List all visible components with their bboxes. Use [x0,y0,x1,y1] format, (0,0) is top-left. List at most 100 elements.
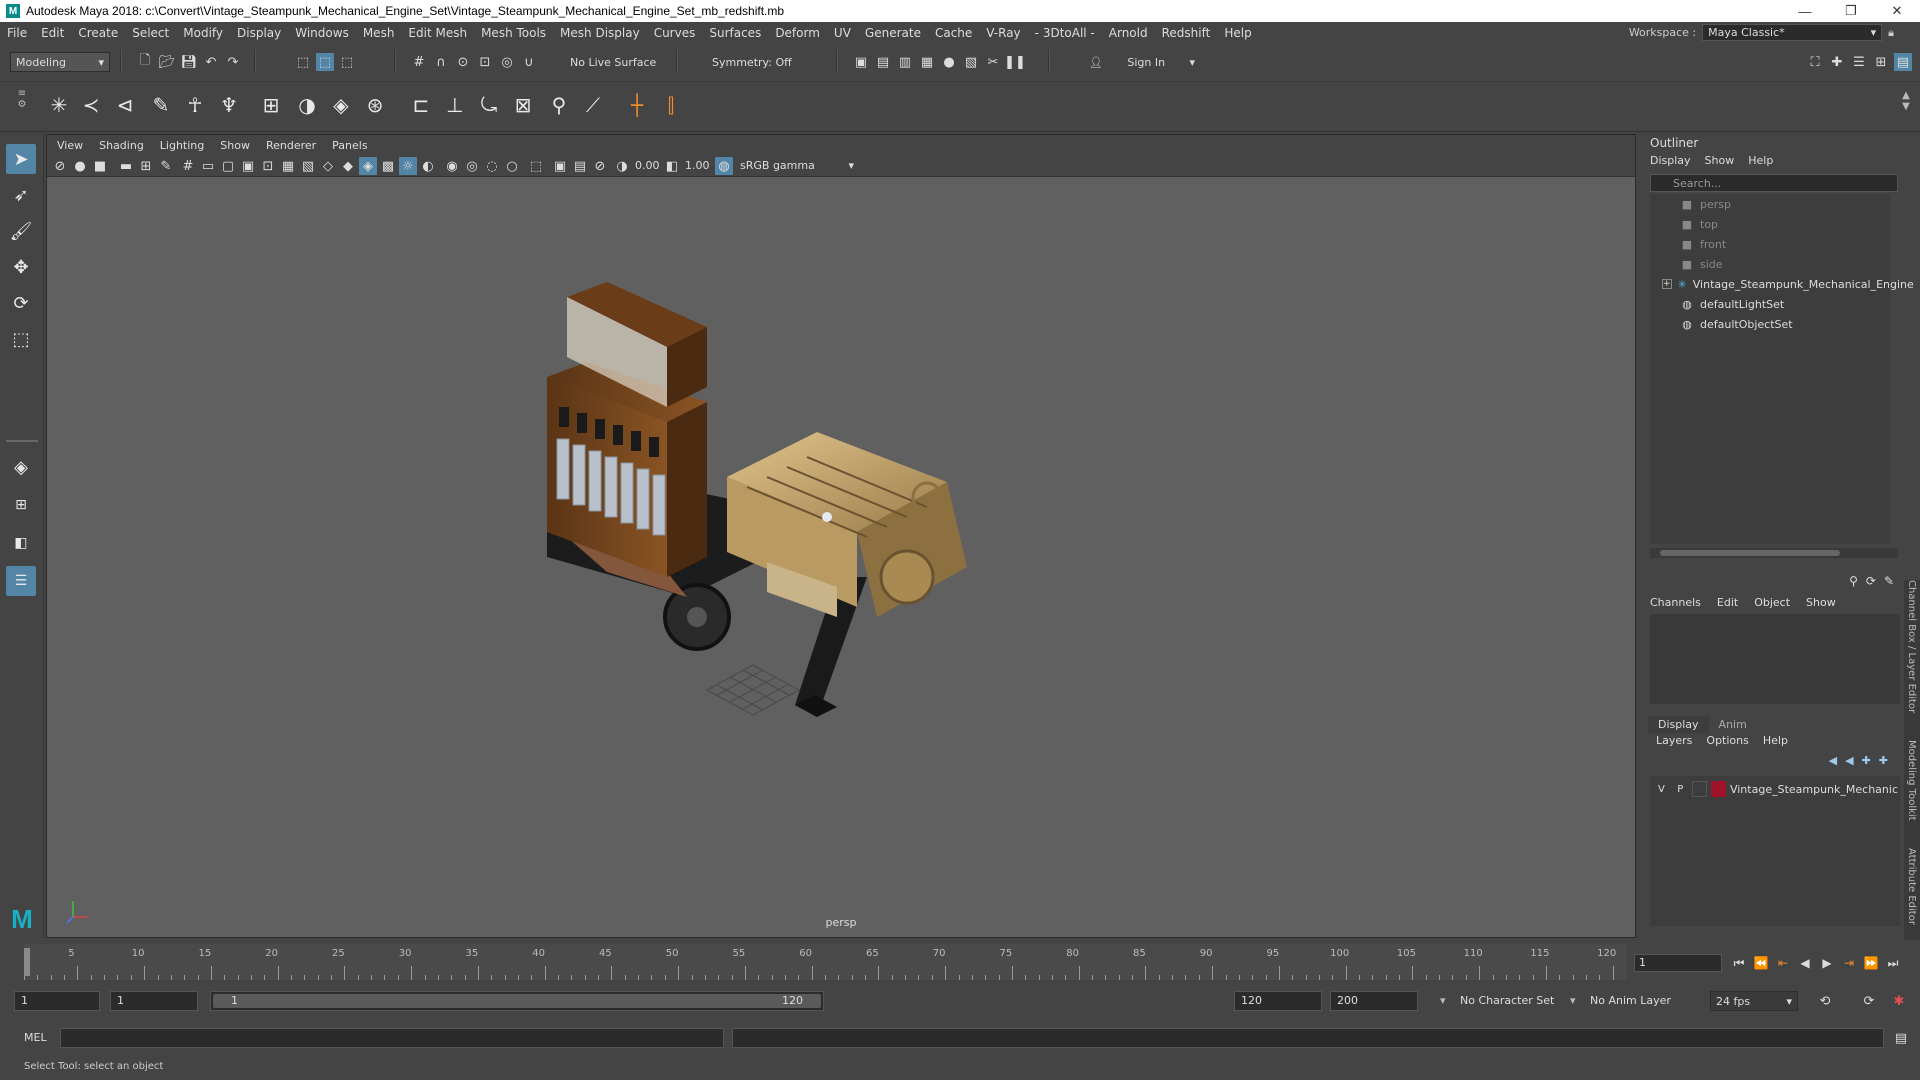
channels-object-menu[interactable]: Object [1754,596,1790,609]
tab-attribute-editor[interactable]: Attribute Editor [1906,848,1917,925]
scale-tool-icon[interactable]: ⬚ [6,324,36,354]
bevel-icon[interactable]: ⊏ [406,90,436,120]
menu-modify[interactable]: Modify [176,26,230,40]
redo-icon[interactable]: ↷ [224,53,242,71]
playback-end-field[interactable]: 120 [1234,991,1322,1011]
menu-cache[interactable]: Cache [928,26,979,40]
menu-surfaces[interactable]: Surfaces [702,26,768,40]
outliner-item-default-object-set[interactable]: ◍ defaultObjectSet [1680,314,1920,334]
smooth-shade-icon[interactable]: ◆ [339,157,357,175]
snap-magnet-icon[interactable]: ∪ [520,53,538,71]
panel-menu-panels[interactable]: Panels [332,139,367,152]
go-to-start-icon[interactable]: ⏮ [1730,954,1748,972]
view-transform-dropdown[interactable]: sRGB gamma ▾ [735,156,859,174]
panel-menu-renderer[interactable]: Renderer [266,139,316,152]
timeline-ruler[interactable]: 1510152025303540455055606570758085909510… [24,944,1626,980]
layer-visibility-toggle[interactable]: V [1654,781,1669,797]
multi-cut-icon[interactable]: ⊲ [110,90,140,120]
channels-edit-menu[interactable]: Edit [1717,596,1738,609]
wireframe-sphere-icon[interactable]: ◈ [326,90,356,120]
layer-type-toggle[interactable] [1691,781,1707,797]
menu-create[interactable]: Create [71,26,125,40]
character-controls-icon[interactable]: ✚ [1828,53,1846,71]
motion-blur-icon[interactable]: ◎ [463,157,481,175]
outliner-menu-display[interactable]: Display [1650,154,1691,167]
extrude-icon[interactable]: ⊥ [440,90,470,120]
select-camera-icon[interactable]: ⊘ [51,157,69,175]
bookmark-icon[interactable]: ■ [91,157,109,175]
exposure-icon[interactable]: ◑ [613,157,631,175]
outliner-item-front[interactable]: ■ front [1680,234,1920,254]
script-language-label[interactable]: MEL [24,1031,47,1044]
current-time-marker[interactable] [24,948,30,976]
render-settings-icon[interactable]: ▦ [918,53,936,71]
anim-layer-label[interactable]: No Anim Layer [1590,994,1671,1007]
gamma-field[interactable]: 1.00 [685,159,710,172]
two-d-pan-zoom-icon[interactable]: ⊞ [137,157,155,175]
render-view-icon[interactable]: ▣ [852,53,870,71]
outliner-search-input[interactable]: Search... [1650,174,1898,192]
panel-menu-shading[interactable]: Shading [99,139,144,152]
shelf-scroll-icon[interactable]: ▲ ▼ [1898,90,1914,124]
tool-settings-icon[interactable]: ⊞ [1872,53,1890,71]
image-plane-icon[interactable]: ▬ [117,157,135,175]
menu-mesh[interactable]: Mesh [356,26,402,40]
playback-range-handle[interactable]: 1 120 [213,994,821,1008]
step-forward-key-icon[interactable]: ⇥ [1840,954,1858,972]
pause-viewport-icon[interactable]: ❚❚ [1004,53,1026,71]
single-perspective-view-icon[interactable]: ◈ [6,452,36,482]
append-polygon-icon[interactable]: ⊠ [508,90,538,120]
workspace-dropdown[interactable]: Maya Classic* ▾ [1702,24,1883,41]
outliner-menu-help[interactable]: Help [1748,154,1773,167]
menu-mesh-display[interactable]: Mesh Display [553,26,647,40]
tab-modeling-toolkit[interactable]: Modeling Toolkit [1906,740,1917,821]
menu-generate[interactable]: Generate [858,26,928,40]
panel-menu-show[interactable]: Show [220,139,250,152]
sign-in-dropdown[interactable]: 👤︎ Sign In ▾ [1084,52,1200,72]
isolate-select-icon[interactable]: ⬚ [527,157,545,175]
shadows-icon[interactable]: ◐ [419,157,437,175]
select-by-component-icon[interactable]: ⬚ [338,53,356,71]
skeleton-icon[interactable]: ♆ [214,90,244,120]
grid-toggle-icon[interactable]: # [179,157,197,175]
xray-icon[interactable]: ▣ [551,157,569,175]
script-editor-icon[interactable]: ▤ [1892,1029,1910,1047]
go-to-end-icon[interactable]: ⏭ [1884,954,1902,972]
render-current-icon[interactable]: ▤ [874,53,892,71]
rotate-tool-icon[interactable]: ⟳ [6,288,36,318]
menu-arnold[interactable]: Arnold [1102,26,1155,40]
wireframe-icon[interactable]: ◇ [319,157,337,175]
snap-grid-icon[interactable]: # [410,53,428,71]
select-by-object-icon[interactable]: ⬚ [316,53,334,71]
outliner-item-default-light-set[interactable]: ◍ defaultLightSet [1680,294,1920,314]
lasso-tool-icon[interactable]: ➶ [6,180,36,210]
select-tool-icon[interactable]: ➤ [6,144,36,174]
outliner-item-top[interactable]: ■ top [1680,214,1920,234]
textured-icon[interactable]: ▩ [379,157,397,175]
layers-options-menu[interactable]: Options [1706,734,1748,747]
select-by-hierarchy-icon[interactable]: ⬚ [294,53,312,71]
snap-point-icon[interactable]: ⊙ [454,53,472,71]
step-back-key-icon[interactable]: ⇤ [1774,954,1792,972]
menu-edit[interactable]: Edit [34,26,71,40]
anti-aliasing-icon[interactable]: ◌ [483,157,501,175]
playback-start-field[interactable]: 1 [110,991,198,1011]
menu-redshift[interactable]: Redshift [1155,26,1218,40]
menu-3dtoall[interactable]: - 3DtoAll - [1028,26,1102,40]
camera-attributes-icon[interactable]: ● [71,157,89,175]
menu-file[interactable]: File [0,26,34,40]
backface-culling-icon[interactable]: ⊘ [591,157,609,175]
animation-end-field[interactable]: 200 [1330,991,1418,1011]
character-set-label[interactable]: No Character Set [1460,994,1554,1007]
shelf-tabs-icon[interactable]: ≡ ⚙ [16,88,28,124]
current-frame-field[interactable]: 1 [1634,954,1722,972]
panel-menu-lighting[interactable]: Lighting [160,139,204,152]
safe-title-icon[interactable]: ▧ [299,157,317,175]
snap-curve-icon[interactable]: ∩ [432,53,450,71]
menu-vray[interactable]: V-Ray [979,26,1027,40]
sculpt-icon[interactable]: ✎ [146,90,176,120]
menu-mesh-tools[interactable]: Mesh Tools [474,26,553,40]
outliner-item-persp[interactable]: ■ persp [1680,194,1920,214]
menu-uv[interactable]: UV [827,26,858,40]
nurbs-cv-tool-icon[interactable]: ✳ [44,90,74,120]
